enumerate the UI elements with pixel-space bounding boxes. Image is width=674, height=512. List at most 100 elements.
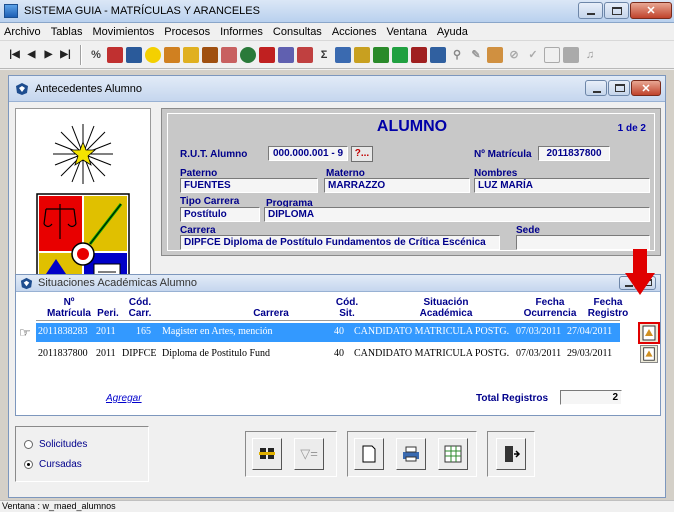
col-peri: Peri. [97,308,119,319]
menu-informes[interactable]: Informes [220,26,263,38]
child-window-title: Antecedentes Alumno [35,83,143,95]
cell-fecha-ocurrencia: 07/03/2011 [516,326,562,337]
alumno-panel: ALUMNO 1 de 2 R.U.T. Alumno 000.000.001 … [161,108,661,256]
person-icon[interactable] [373,46,389,63]
menu-ventana[interactable]: Ventana [386,26,426,38]
radio-dot-icon [24,460,33,469]
grid-icon[interactable] [126,46,142,63]
child-close-button[interactable]: ✕ [631,80,661,96]
cell-matricula: 2011837800 [38,348,88,359]
minimize-button[interactable] [578,2,603,19]
cell-peri: 2011 [96,326,116,337]
app-icon [4,4,18,18]
disabled-icon[interactable]: ⊘ [506,47,522,63]
globe-icon[interactable] [240,46,256,63]
solicitudes-radio[interactable]: Solicitudes [24,439,87,450]
menu-archivo[interactable]: Archivo [4,26,41,38]
cell-carrera: Magister en Artes, mención [162,326,273,337]
users-icon[interactable] [487,46,503,63]
status-bar: Ventana : w_maed_alumnos [0,500,674,512]
row-pointer-icon: ☞ [19,325,31,340]
col-fecha-registro: Fecha Registro [587,297,629,319]
exit-button[interactable] [496,438,526,470]
printer-icon [403,446,419,462]
sum-icon[interactable]: Σ [316,47,332,63]
cell-peri: 2011 [96,348,116,359]
run-icon[interactable] [259,46,275,63]
rut-lookup-button[interactable]: ?... [351,146,373,162]
window-app-icon [16,83,28,95]
spreadsheet-button[interactable] [438,438,468,470]
paterno-field[interactable]: FUENTES [180,178,318,193]
pen-icon[interactable]: ✎ [468,47,484,63]
col-matricula: Nº Matrícula [47,297,91,319]
menu-tablas[interactable]: Tablas [51,26,83,38]
gem-icon[interactable] [411,46,427,63]
child-minimize-button[interactable] [585,80,607,96]
menu-movimientos[interactable]: Movimientos [92,26,154,38]
situaciones-title: Situaciones Académicas Alumno [38,277,197,289]
sede-field[interactable] [516,235,650,250]
rut-field[interactable]: 000.000.001 - 9 [268,146,348,161]
programa-field[interactable]: DIPLOMA [264,207,650,222]
row-detail-icon[interactable] [640,345,658,363]
col-cod-sit: Cód. Sit. [335,297,359,319]
block-icon[interactable] [563,46,579,63]
table-icon[interactable] [297,46,313,63]
cell-cod-carr: 165 [136,326,151,337]
agregar-link[interactable]: Agregar [106,393,142,404]
window-controls: ✕ [577,2,672,20]
next-record-icon[interactable]: ▶ [40,49,57,60]
percent-icon[interactable]: % [88,47,104,63]
maximize-button[interactable] [604,2,629,19]
row-detail-icon[interactable] [638,322,660,344]
situaciones-title-bar: Situaciones Académicas Alumno [16,275,660,292]
new-document-button[interactable] [354,438,384,470]
nombres-field[interactable]: LUZ MARÍA [474,178,650,193]
print-button[interactable] [396,438,426,470]
bag-icon[interactable] [354,46,370,63]
window-icon[interactable] [221,46,237,63]
view-mode-radio-group: Solicitudes Cursadas [15,426,149,482]
menu-ayuda[interactable]: Ayuda [437,26,468,38]
col-carrera: Carrera [253,308,289,319]
menu-acciones[interactable]: Acciones [332,26,377,38]
grid-color-icon[interactable] [392,46,408,63]
col-cod-carr: Cód. Carr. [128,297,152,319]
child-maximize-button[interactable] [608,80,630,96]
cell-cod-sit: 40 [334,348,344,359]
cell-fecha-registro: 29/03/2011 [567,348,613,359]
bell-icon[interactable]: ♫ [582,47,598,63]
first-record-icon[interactable]: |◀ [6,49,23,60]
close-button[interactable]: ✕ [630,2,672,19]
stack-icon[interactable] [335,46,351,63]
search-button[interactable] [252,438,282,470]
toolbar: |◀ ◀ ▶ ▶| % Σ ⚲ ✎ ⊘ ✓ ♫ [0,41,674,69]
menu-procesos[interactable]: Procesos [164,26,210,38]
menu-consultas[interactable]: Consultas [273,26,322,38]
tipo-carrera-field[interactable]: Postítulo [180,207,260,222]
filter-button[interactable]: ▽= [294,438,324,470]
previous-record-icon[interactable]: ◀ [23,49,40,60]
check-icon[interactable]: ✓ [525,47,541,63]
last-record-icon[interactable]: ▶| [57,49,74,60]
situaciones-window: Situaciones Académicas Alumno Nº Matrícu… [15,274,661,416]
table-row[interactable]: 2011837800 2011 DIPFCE Diploma de Postit… [36,345,620,364]
table-row[interactable]: 2011838283 2011 165 Magister en Artes, m… [36,323,620,342]
matricula-label: Nº Matrícula [474,149,532,160]
tools-icon[interactable] [183,46,199,63]
building-icon[interactable] [202,46,218,63]
calculator-icon[interactable] [544,46,560,63]
chart-icon[interactable] [278,46,294,63]
cell-fecha-registro: 27/04/2011 [567,326,613,337]
people-icon[interactable] [164,46,180,63]
menu-bar: Archivo Tablas Movimientos Procesos Info… [0,23,674,41]
filter-icon[interactable] [107,46,123,63]
matricula-field[interactable]: 2011837800 [538,146,610,161]
print-icon[interactable] [430,46,446,63]
cursadas-radio[interactable]: Cursadas [24,459,82,470]
search-icon[interactable]: ⚲ [449,47,465,63]
materno-field[interactable]: MARRAZZO [324,178,470,193]
carrera-field[interactable]: DIPFCE Diploma de Postítulo Fundamentos … [180,235,500,250]
smiley-icon[interactable] [145,46,161,63]
